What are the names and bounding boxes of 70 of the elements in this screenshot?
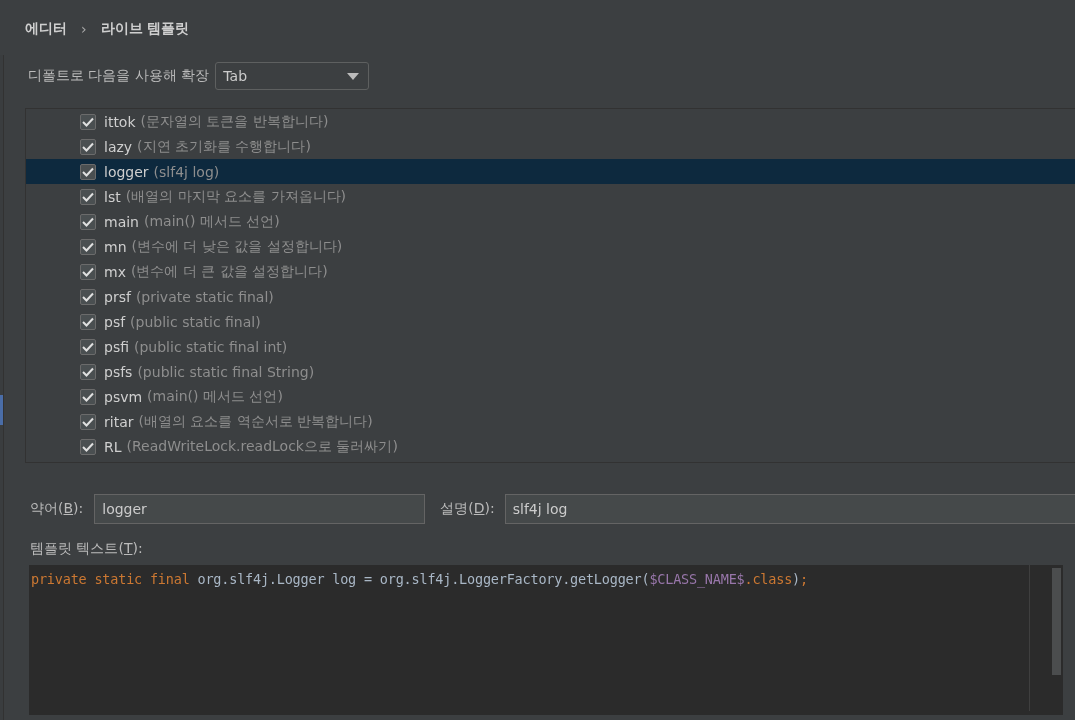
template-row[interactable]: psfi (public static final int) (26, 334, 1075, 359)
template-abbreviation: psf (104, 313, 126, 330)
template-description: (slf4j log) (153, 163, 220, 180)
template-row[interactable]: ritar (배열의 요소를 역순서로 반복합니다) (26, 409, 1075, 434)
template-description: (문자열의 토큰을 반복합니다) (140, 112, 329, 131)
template-description: (private static final) (135, 288, 274, 305)
template-row[interactable]: lazy (지연 초기화를 수행합니다) (26, 134, 1075, 159)
description-label: 설명(D): (440, 499, 495, 518)
template-row[interactable]: psf (public static final) (26, 309, 1075, 334)
abbreviation-field[interactable]: logger (94, 493, 426, 524)
template-abbreviation: psfi (104, 338, 129, 355)
template-description: (변수에 더 낮은 값을 설정합니다) (131, 237, 343, 256)
template-abbreviation: psvm (104, 388, 143, 405)
checkbox[interactable] (80, 363, 96, 380)
template-abbreviation: lazy (104, 138, 133, 155)
checkbox[interactable] (80, 263, 96, 280)
template-row[interactable]: mx (변수에 더 큰 값을 설정합니다) (26, 259, 1075, 284)
template-abbreviation: mn (104, 238, 127, 255)
template-abbreviation: ritar (104, 413, 134, 430)
template-row[interactable]: main (main() 메서드 선언) (26, 209, 1075, 234)
breadcrumb-item[interactable]: 라이브 템플릿 (100, 19, 190, 38)
breadcrumb-item[interactable]: 에디터 (25, 19, 67, 38)
template-abbreviation: psfs (104, 363, 133, 380)
template-abbreviation: prsf (104, 288, 131, 305)
template-abbreviation: lst (104, 188, 121, 205)
template-row[interactable]: psfs (public static final String) (26, 359, 1075, 384)
template-description: (지연 초기화를 수행합니다) (137, 137, 311, 156)
checkbox[interactable] (80, 238, 96, 255)
description-field[interactable]: slf4j log (504, 493, 1075, 524)
template-row[interactable]: RL (ReadWriteLock.readLock으로 둘러싸기) (26, 434, 1075, 459)
template-description: (배열의 마지막 요소를 가져옵니다) (125, 187, 346, 206)
checkbox[interactable] (80, 188, 96, 205)
checkbox[interactable] (80, 138, 96, 155)
template-description: (public static final) (130, 313, 261, 330)
template-description: (ReadWriteLock.readLock으로 둘러싸기) (126, 437, 398, 456)
dropdown-arrow-icon (347, 72, 360, 80)
expand-label: 디폴트로 다음을 사용해 확장 (28, 67, 210, 85)
template-description: (public static final String) (137, 363, 315, 380)
scrollbar-thumb[interactable] (1052, 568, 1061, 675)
checkbox[interactable] (80, 163, 96, 180)
abbreviation-label: 약어(B): (30, 499, 84, 518)
checkbox[interactable] (80, 338, 96, 355)
checkbox[interactable] (80, 288, 96, 305)
checkbox[interactable] (80, 213, 96, 230)
template-row[interactable]: psvm (main() 메서드 선언) (26, 384, 1075, 409)
template-abbreviation: main (104, 213, 139, 230)
template-description: (main() 메서드 선언) (144, 212, 280, 231)
template-abbreviation: logger (104, 163, 149, 180)
checkbox[interactable] (80, 413, 96, 430)
template-row[interactable]: ittok (문자열의 토큰을 반복합니다) (26, 109, 1075, 134)
template-description: (public static final int) (134, 338, 288, 355)
template-abbreviation: RL (104, 438, 122, 455)
template-text-label: 템플릿 텍스트(T): (30, 540, 143, 556)
checkbox[interactable] (80, 313, 96, 330)
template-description: (main() 메서드 선언) (147, 387, 283, 406)
expand-dropdown[interactable]: Tab (215, 62, 370, 90)
checkbox[interactable] (80, 388, 96, 405)
code-line: private static final org.slf4j.Logger log = org.slf4j.LoggerFactory.getLogger($CLASS_NAME$.class); (31, 571, 808, 587)
template-description: (배열의 요소를 역순서로 반복합니다) (138, 412, 373, 431)
template-row[interactable]: mn (변수에 더 낮은 값을 설정합니다) (26, 234, 1075, 259)
template-row[interactable]: logger (slf4j log) (26, 159, 1075, 184)
checkbox[interactable] (80, 438, 96, 455)
code-editor[interactable]: private static final org.slf4j.Logger log = org.slf4j.LoggerFactory.getLogger($CLASS_NAME$.class); (29, 565, 1063, 715)
template-row[interactable]: lst (배열의 마지막 요소를 가져옵니다) (26, 184, 1075, 209)
template-description: (변수에 더 큰 값을 설정합니다) (130, 262, 328, 281)
template-row[interactable]: prsf (private static final) (26, 284, 1075, 309)
template-abbreviation: mx (104, 263, 126, 280)
checkbox[interactable] (80, 113, 96, 130)
template-abbreviation: ittok (104, 113, 136, 130)
breadcrumb-separator: › (81, 20, 87, 37)
